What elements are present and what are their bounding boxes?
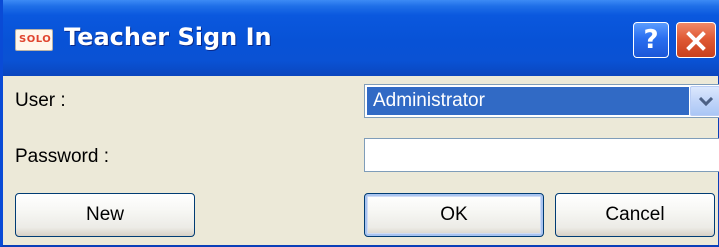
password-field[interactable] xyxy=(364,138,719,172)
help-icon: ? xyxy=(643,25,659,55)
cancel-button[interactable]: Cancel xyxy=(555,193,715,237)
user-selected-value[interactable]: Administrator xyxy=(367,87,689,115)
close-button[interactable] xyxy=(676,22,716,58)
sign-in-dialog: SOLO Teacher Sign In ? User : Administra… xyxy=(0,0,719,247)
chevron-down-icon xyxy=(699,97,713,107)
close-icon xyxy=(686,31,706,51)
user-select[interactable]: Administrator xyxy=(364,84,719,118)
user-dropdown-button[interactable] xyxy=(690,86,719,116)
new-button[interactable]: New xyxy=(15,193,195,237)
window-title: Teacher Sign In xyxy=(64,23,272,51)
solo-app-icon: SOLO xyxy=(15,29,53,51)
user-label: User : xyxy=(15,90,66,111)
help-button[interactable]: ? xyxy=(633,22,669,58)
app-icon-text: SOLO xyxy=(19,34,52,45)
password-label: Password : xyxy=(15,146,109,167)
ok-button[interactable]: OK xyxy=(364,193,544,237)
title-bar[interactable]: SOLO Teacher Sign In ? xyxy=(3,0,719,76)
